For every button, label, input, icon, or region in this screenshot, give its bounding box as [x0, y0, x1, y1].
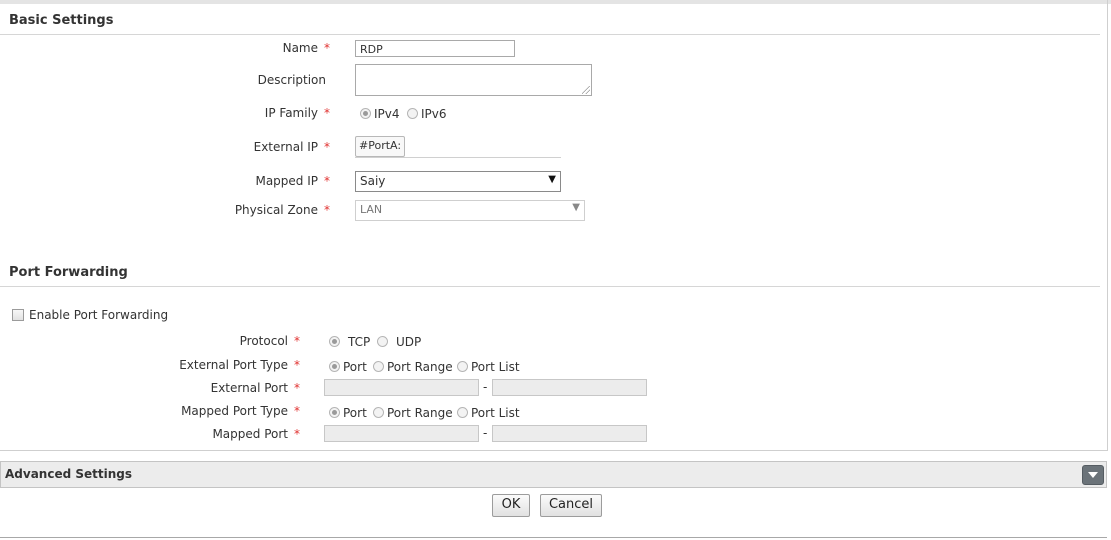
port-radio[interactable]	[329, 407, 340, 418]
name-label: Name *	[282, 41, 330, 55]
ipv6-radio[interactable]	[407, 108, 418, 119]
top-strip	[0, 0, 1111, 4]
cancel-button[interactable]: Cancel	[540, 494, 602, 517]
chevron-down-icon[interactable]	[1082, 465, 1104, 485]
ip-family-label: IP Family *	[264, 106, 330, 120]
required-marker: *	[324, 203, 330, 217]
protocol-label: Protocol *	[239, 334, 300, 348]
required-marker: *	[294, 404, 300, 418]
range-separator: -	[483, 426, 488, 440]
ok-button[interactable]: OK	[492, 494, 530, 517]
mapped-port-label: Mapped Port *	[212, 427, 300, 441]
ipv4-radio[interactable]	[360, 108, 371, 119]
panel-border	[1107, 0, 1108, 450]
port-range-radio[interactable]	[373, 407, 384, 418]
required-marker: *	[294, 381, 300, 395]
external-port-type-port-option[interactable]: Port	[329, 359, 367, 374]
mapped-ip-label: Mapped IP *	[255, 174, 330, 188]
required-marker: *	[294, 427, 300, 441]
external-port-start-field[interactable]	[324, 379, 479, 396]
port-range-radio[interactable]	[373, 361, 384, 372]
port-forwarding-title: Port Forwarding	[9, 265, 128, 280]
range-separator: -	[483, 380, 488, 394]
description-field[interactable]	[355, 64, 592, 96]
ip-family-ipv4-option[interactable]: IPv4	[360, 106, 400, 121]
required-marker: *	[324, 140, 330, 154]
enable-port-forwarding-checkbox[interactable]	[12, 309, 24, 321]
udp-radio[interactable]	[377, 336, 388, 347]
mapped-ip-select[interactable]: Saiy ▼	[355, 171, 561, 192]
port-radio[interactable]	[329, 361, 340, 372]
panel-bottom-border	[0, 450, 1108, 451]
protocol-udp-option[interactable]: UDP	[377, 334, 421, 349]
required-marker: *	[324, 41, 330, 55]
port-list-radio[interactable]	[457, 407, 468, 418]
required-marker: *	[294, 334, 300, 348]
mapped-port-start-field[interactable]	[324, 425, 479, 442]
external-ip-field[interactable]: #PortA:	[355, 136, 561, 158]
advanced-settings-title[interactable]: Advanced Settings	[5, 467, 132, 481]
name-field[interactable]: RDP	[355, 40, 515, 57]
advanced-settings-bar[interactable]	[0, 461, 1107, 488]
tcp-radio[interactable]	[329, 336, 340, 347]
external-port-type-list-option[interactable]: Port List	[457, 359, 520, 374]
required-marker: *	[324, 174, 330, 188]
section-divider	[0, 34, 1100, 35]
mapped-port-type-range-option[interactable]: Port Range	[373, 405, 453, 420]
description-label: Description	[257, 73, 326, 87]
external-port-end-field[interactable]	[492, 379, 647, 396]
physical-zone-label: Physical Zone *	[234, 203, 330, 217]
ip-family-ipv6-option[interactable]: IPv6	[407, 106, 447, 121]
section-divider	[0, 286, 1100, 287]
mapped-port-type-list-option[interactable]: Port List	[457, 405, 520, 420]
external-port-type-label: External Port Type *	[179, 358, 300, 372]
port-list-radio[interactable]	[457, 361, 468, 372]
external-port-type-range-option[interactable]: Port Range	[373, 359, 453, 374]
dropdown-arrow-icon: ▼	[548, 174, 556, 185]
required-marker: *	[324, 106, 330, 120]
dropdown-arrow-icon: ▼	[572, 202, 580, 213]
mapped-port-end-field[interactable]	[492, 425, 647, 442]
bottom-divider	[0, 537, 1107, 538]
protocol-tcp-option[interactable]: TCP	[329, 334, 370, 349]
external-ip-label: External IP *	[253, 140, 330, 154]
mapped-port-type-label: Mapped Port Type *	[181, 404, 300, 418]
resize-grip-icon[interactable]	[582, 86, 590, 94]
required-marker: *	[294, 358, 300, 372]
basic-settings-title: Basic Settings	[9, 13, 114, 28]
external-port-label: External Port *	[210, 381, 300, 395]
physical-zone-select[interactable]: LAN ▼	[355, 200, 585, 221]
enable-port-forwarding-label[interactable]: Enable Port Forwarding	[29, 308, 168, 322]
mapped-port-type-port-option[interactable]: Port	[329, 405, 367, 420]
external-ip-token[interactable]: #PortA:	[355, 136, 405, 157]
